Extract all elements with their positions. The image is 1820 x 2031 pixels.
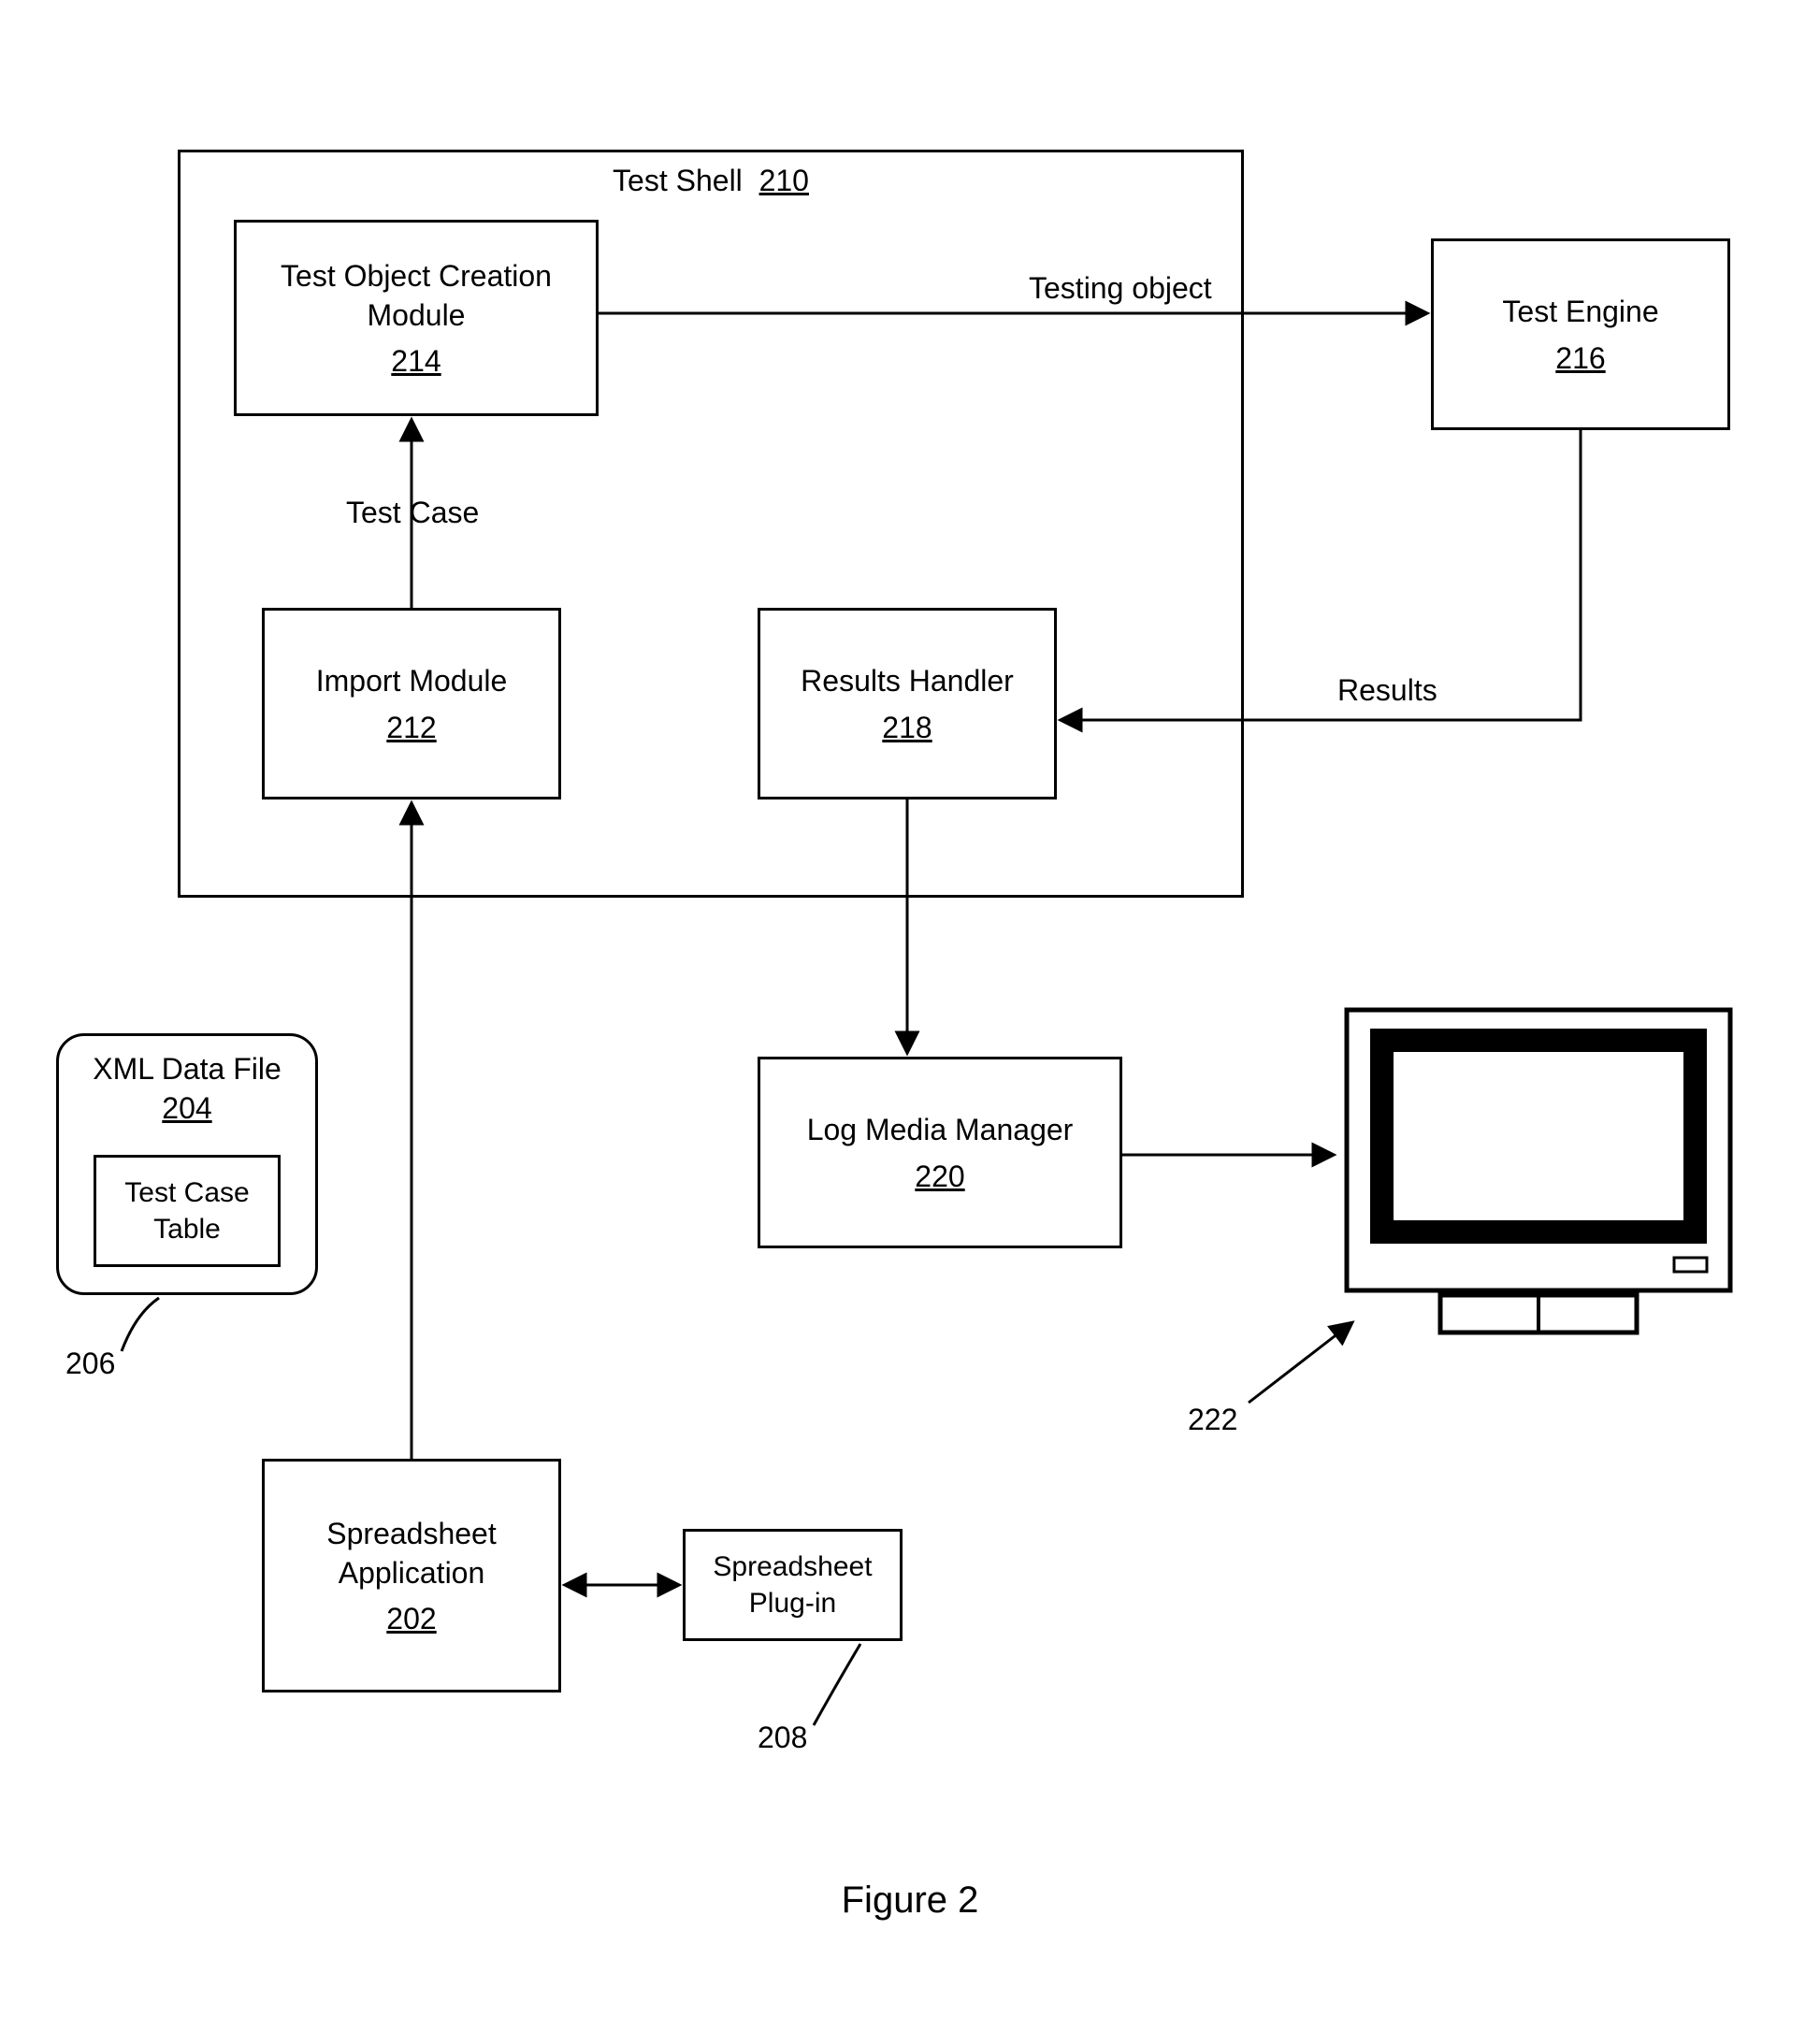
test-shell-title: Test Shell 210 [613,164,809,198]
results-handler-box: Results Handler 218 [758,608,1057,799]
log-media-manager-label: Log Media Manager [807,1111,1074,1150]
import-module-box: Import Module 212 [262,608,561,799]
spreadsheet-app-num: 202 [386,1602,436,1636]
xml-data-file-num: 204 [162,1091,211,1126]
spreadsheet-app-label: Spreadsheet Application [265,1515,558,1592]
diagram-canvas: Test Shell 210 Test Object Creation Modu… [0,0,1820,2031]
xml-data-file-label: XML Data File [93,1050,282,1089]
results-handler-num: 218 [882,711,932,745]
edge-label-testing-object: Testing object [1029,271,1212,306]
ref-208: 208 [758,1721,807,1755]
test-object-creation-box: Test Object Creation Module 214 [234,220,599,416]
monitor-icon [1337,1001,1740,1347]
test-shell-num: 210 [759,164,809,197]
results-handler-label: Results Handler [801,662,1014,701]
spreadsheet-app-box: Spreadsheet Application 202 [262,1459,561,1692]
test-engine-label: Test Engine [1502,293,1658,332]
import-module-label: Import Module [316,662,508,701]
test-object-creation-num: 214 [391,344,441,379]
test-engine-box: Test Engine 216 [1431,238,1730,430]
test-case-table-label: Test Case Table [96,1174,278,1247]
spreadsheet-plugin-box: Spreadsheet Plug-in [683,1529,903,1641]
test-engine-num: 216 [1555,341,1605,376]
test-object-creation-label: Test Object Creation Module [237,257,596,335]
log-media-manager-box: Log Media Manager 220 [758,1057,1122,1248]
spreadsheet-plugin-label: Spreadsheet Plug-in [686,1548,900,1621]
edge-label-test-case: Test Case [346,496,479,530]
edge-label-results: Results [1337,673,1437,708]
test-shell-label: Test Shell [613,164,743,197]
import-module-num: 212 [386,711,436,745]
test-case-table-box: Test Case Table [94,1155,281,1267]
log-media-manager-num: 220 [915,1160,964,1194]
ref-206: 206 [65,1347,115,1381]
figure-caption: Figure 2 [0,1880,1820,1922]
ref-222: 222 [1188,1403,1237,1437]
